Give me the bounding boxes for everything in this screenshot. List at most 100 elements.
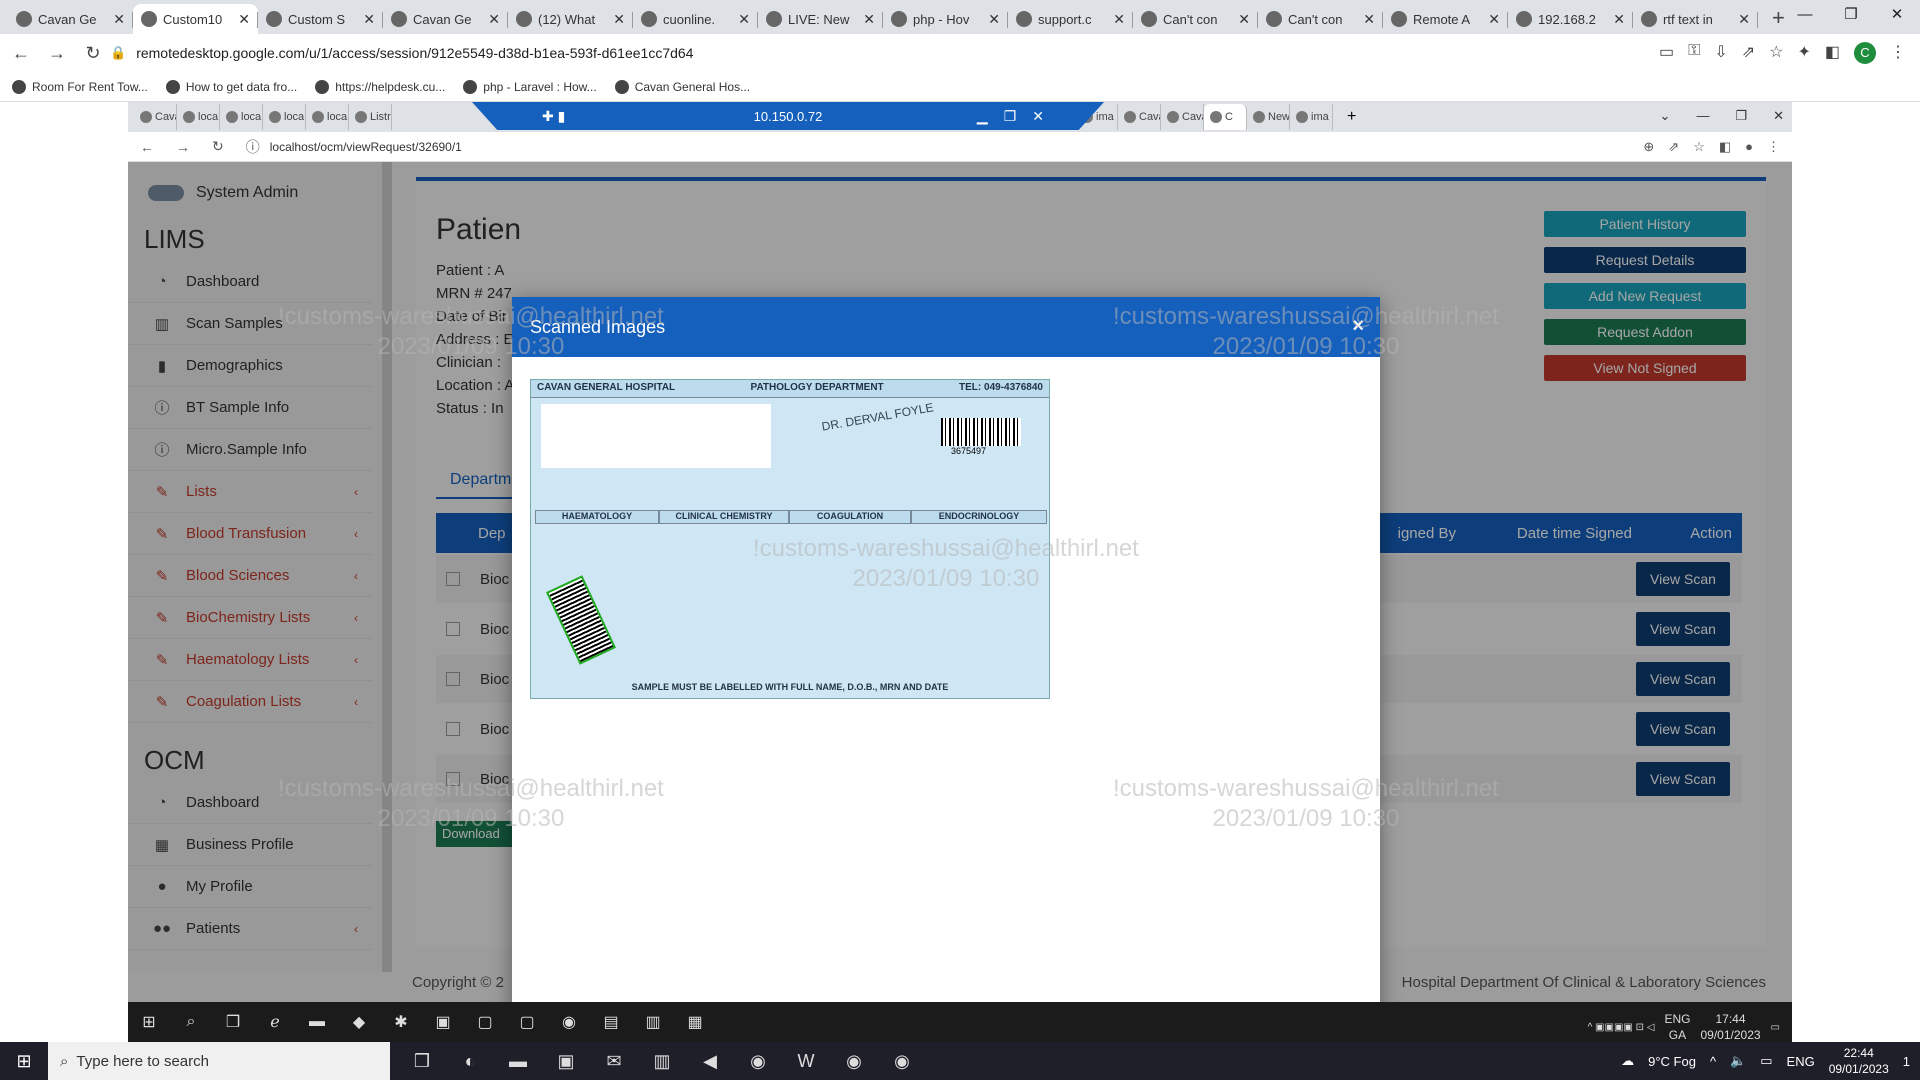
- remote-reload-icon[interactable]: ↻: [212, 138, 224, 155]
- ie-icon[interactable]: ℯ: [254, 1012, 296, 1032]
- remote-win-max-icon[interactable]: ❐: [1735, 102, 1747, 130]
- address-bar[interactable]: 🔒 remotedesktop.google.com/u/1/access/se…: [110, 38, 1670, 68]
- remote-tab[interactable]: ima: [1290, 104, 1333, 130]
- browser-tab[interactable]: support.c ✕: [1008, 4, 1133, 34]
- clock[interactable]: 22:44 09/01/2023: [1829, 1045, 1889, 1077]
- remote-tab[interactable]: loca: [220, 104, 263, 130]
- tab-close-icon[interactable]: ✕: [738, 11, 750, 28]
- windows-start-icon[interactable]: ⊞: [0, 1051, 48, 1072]
- browser-tab[interactable]: 192.168.2 ✕: [1508, 4, 1633, 34]
- forward-icon[interactable]: →: [42, 43, 72, 64]
- remote-tab[interactable]: C: [1204, 104, 1247, 130]
- mail-icon[interactable]: ✉: [590, 1051, 638, 1072]
- app-icon[interactable]: ▢: [506, 1012, 548, 1032]
- remote-share-icon[interactable]: ⇗: [1668, 139, 1679, 155]
- remote-taskview-icon[interactable]: ❒: [212, 1012, 254, 1032]
- app-icon[interactable]: ✱: [380, 1012, 422, 1032]
- remote-menu-icon[interactable]: ⋮: [1767, 139, 1780, 155]
- tab-close-icon[interactable]: ✕: [1488, 11, 1500, 28]
- browser-tab[interactable]: Can't con ✕: [1258, 4, 1383, 34]
- remote-win-min-icon[interactable]: —: [1696, 102, 1709, 130]
- zoom-icon[interactable]: ⊕: [1643, 139, 1654, 155]
- app-icon[interactable]: ▤: [590, 1012, 632, 1032]
- browser-tab[interactable]: Can't con ✕: [1133, 4, 1258, 34]
- remote-dropdown-icon[interactable]: ⌄: [1660, 102, 1671, 130]
- taskbar-search[interactable]: ⌕ Type here to search: [48, 1042, 390, 1080]
- app-icon[interactable]: ▢: [464, 1012, 506, 1032]
- extensions-icon[interactable]: ✦: [1797, 42, 1810, 64]
- tab-close-icon[interactable]: ✕: [363, 11, 375, 28]
- remote-tab[interactable]: loca: [306, 104, 349, 130]
- back-icon[interactable]: ←: [6, 43, 36, 64]
- minimize-icon[interactable]: —: [1782, 0, 1828, 30]
- explorer-icon[interactable]: ▬: [494, 1051, 542, 1072]
- volume-icon[interactable]: 🔈: [1730, 1053, 1746, 1069]
- edge-icon[interactable]: ◐: [446, 1051, 494, 1072]
- profile-avatar[interactable]: C: [1854, 42, 1876, 64]
- tab-close-icon[interactable]: ✕: [113, 11, 125, 28]
- tab-close-icon[interactable]: ✕: [1238, 11, 1250, 28]
- weather-text[interactable]: 9°C Fog: [1648, 1054, 1696, 1069]
- folder-icon[interactable]: ▬: [296, 1013, 338, 1031]
- notepad-icon[interactable]: ▥: [632, 1012, 674, 1032]
- bookmark-item[interactable]: How to get data fro...: [165, 79, 297, 94]
- remote-close-icon[interactable]: ✕: [1032, 108, 1044, 125]
- restore-icon[interactable]: ❐: [1828, 0, 1874, 30]
- remote-tab[interactable]: loca: [177, 104, 220, 130]
- tab-close-icon[interactable]: ✕: [1113, 11, 1125, 28]
- browser-tab[interactable]: Remote A ✕: [1383, 4, 1508, 34]
- share-icon[interactable]: ⇗: [1742, 42, 1755, 64]
- browser-tab[interactable]: Custom10 ✕: [133, 4, 258, 34]
- remote-tab[interactable]: Cava: [1161, 104, 1204, 130]
- browser-tab[interactable]: php - Hov ✕: [883, 4, 1008, 34]
- chrome-icon[interactable]: ◉: [734, 1051, 782, 1072]
- store-icon[interactable]: ▣: [542, 1051, 590, 1072]
- cast-icon[interactable]: ▭: [1659, 42, 1674, 64]
- notification-icon[interactable]: 1: [1903, 1054, 1910, 1069]
- remote-tab[interactable]: New: [1247, 104, 1290, 130]
- tab-close-icon[interactable]: ✕: [988, 11, 1000, 28]
- bookmark-item[interactable]: https://helpdesk.cu...: [315, 79, 445, 94]
- browser-tab[interactable]: Cavan Ge ✕: [383, 4, 508, 34]
- tab-close-icon[interactable]: ✕: [1363, 11, 1375, 28]
- remote-lang[interactable]: ENG GA: [1664, 1011, 1690, 1043]
- remote-minimize-icon[interactable]: ▁: [977, 108, 988, 125]
- tab-close-icon[interactable]: ✕: [238, 11, 250, 28]
- browser-tab[interactable]: cuonline. ✕: [633, 4, 758, 34]
- notepadpp-icon[interactable]: ▥: [638, 1051, 686, 1072]
- remote-url[interactable]: localhost/ocm/viewRequest/32690/1: [270, 140, 462, 154]
- browser-tab[interactable]: LIVE: New ✕: [758, 4, 883, 34]
- app-icon[interactable]: ▦: [674, 1012, 716, 1032]
- tab-close-icon[interactable]: ✕: [863, 11, 875, 28]
- remote-tab[interactable]: Cava: [1118, 104, 1161, 130]
- bookmark-item[interactable]: php - Laravel : How...: [463, 79, 597, 94]
- lang[interactable]: ENG: [1787, 1054, 1815, 1069]
- remote-start-icon[interactable]: ⊞: [128, 1012, 170, 1032]
- pin-icon[interactable]: ✚ ▮: [542, 108, 565, 125]
- remote-tab[interactable]: Listr: [349, 104, 392, 130]
- tab-close-icon[interactable]: ✕: [613, 11, 625, 28]
- tab-close-icon[interactable]: ✕: [1613, 11, 1625, 28]
- weather-icon[interactable]: ☁: [1621, 1053, 1634, 1069]
- remote-forward-icon[interactable]: →: [176, 139, 190, 155]
- key-icon[interactable]: ⚿: [1688, 42, 1700, 64]
- vscode-icon[interactable]: ◀: [686, 1051, 734, 1072]
- taskview-icon[interactable]: ❒: [398, 1051, 446, 1072]
- chrome-icon[interactable]: ◉: [878, 1051, 926, 1072]
- word-icon[interactable]: W: [782, 1051, 830, 1072]
- browser-tab[interactable]: rtf text in ✕: [1633, 4, 1758, 34]
- remote-tab[interactable]: Cava: [134, 104, 177, 130]
- xampp-icon[interactable]: ▣: [422, 1012, 464, 1032]
- tray-up-icon[interactable]: ^: [1710, 1054, 1716, 1069]
- modal-close-icon[interactable]: ×: [1352, 315, 1364, 338]
- remote-tab[interactable]: loca: [263, 104, 306, 130]
- remote-back-icon[interactable]: ←: [140, 139, 154, 155]
- app-icon[interactable]: ◆: [338, 1012, 380, 1032]
- install-icon[interactable]: ⇩: [1714, 42, 1727, 64]
- reload-icon[interactable]: ↻: [78, 43, 108, 64]
- vertical-scrollbar[interactable]: [1368, 359, 1378, 1002]
- browser-tab[interactable]: Custom S ✕: [258, 4, 383, 34]
- menu-icon[interactable]: ⋮: [1890, 42, 1906, 64]
- remote-search-icon[interactable]: ⌕: [170, 1013, 212, 1031]
- bookmark-item[interactable]: Room For Rent Tow...: [12, 79, 148, 94]
